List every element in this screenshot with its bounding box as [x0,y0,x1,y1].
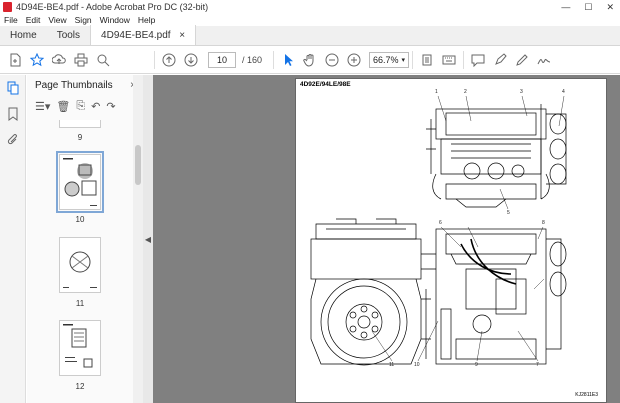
select-cursor-icon[interactable] [277,49,299,71]
callout-label: 1 [435,89,438,95]
panel-title: Page Thumbnails [35,79,113,91]
bookmarks-icon[interactable] [0,101,26,127]
toolbar-divider [463,50,465,69]
sign-icon[interactable] [533,49,555,71]
page-footer-code: KJ2811E3 [575,392,598,398]
callout-label: 10 [414,362,420,368]
keyboard-icon[interactable] [438,49,460,71]
thumbnail-label: 12 [75,382,85,391]
undo-icon[interactable]: ↶ [91,100,100,113]
thumbnail-page-12[interactable] [59,320,101,376]
page-total: / 160 [242,54,263,65]
window-title: 4D94E-BE4.pdf - Adobe Acrobat Pro DC (32… [16,2,209,12]
maximize-button[interactable]: ☐ [584,2,592,13]
menu-edit[interactable]: Edit [22,15,45,25]
tab-home[interactable]: Home [0,25,47,45]
thumbnail-label: 10 [75,215,85,224]
bookmark-star-icon[interactable] [26,49,48,71]
toolbar-divider [154,50,155,69]
tab-document-label: 4D94E-BE4.pdf [101,29,171,41]
thumbnail-label: 11 [75,299,85,308]
callout-label: 3 [520,89,523,95]
navigation-rail [0,75,26,403]
callout-label: 11 [389,362,395,368]
window-controls: — ☐ ✕ [561,2,614,13]
zoom-level-value: 66.7% [373,54,399,65]
collapse-panel-handle[interactable]: ◀ [143,75,153,403]
title-bar: 4D94E-BE4.pdf - Adobe Acrobat Pro DC (32… [0,0,620,14]
menu-view[interactable]: View [44,15,70,25]
callout-label: 5 [507,210,510,216]
delete-page-icon[interactable]: 🗑 [56,100,70,113]
rotate-icon[interactable]: ↷ [106,100,115,113]
menu-window[interactable]: Window [96,15,134,25]
highlight-pen-icon[interactable] [489,49,511,71]
chevron-down-icon: ▾ [401,56,406,64]
toolbar-divider [412,50,414,69]
page-thumbnails-panel: Page Thumbnails × ☰▾ 🗑 ⎘ ↶ ↷ 9 10 [27,75,143,403]
panel-toolbar: ☰▾ 🗑 ⎘ ↶ ↷ [27,95,142,117]
print-icon[interactable] [70,49,92,71]
menu-file[interactable]: File [0,15,22,25]
toolbar-divider [273,50,275,69]
cloud-upload-icon[interactable] [48,49,70,71]
panel-header: Page Thumbnails × [27,75,142,95]
draw-icon[interactable] [511,49,533,71]
next-page-icon[interactable] [180,49,202,71]
callout-label: 2 [464,89,467,95]
pdf-page: 4D92E/94LE/98E 1 2 3 4 5 6 7 8 9 10 11 K… [295,78,607,403]
engine-illustration [310,95,567,366]
zoom-in-icon[interactable] [343,49,365,71]
tab-bar: Home Tools 4D94E-BE4.pdf × [0,25,620,46]
thumbnail-page-11[interactable] [59,237,101,293]
minimize-button[interactable]: — [561,2,570,13]
tab-close-icon[interactable]: × [179,30,185,41]
close-window-button[interactable]: ✕ [606,2,614,13]
callout-label: 4 [562,89,565,95]
page-fit-icon[interactable] [416,49,438,71]
callout-label: 6 [439,220,442,226]
zoom-level-select[interactable]: 66.7% ▾ [369,51,410,68]
document-viewport[interactable]: 4D92E/94LE/98E 1 2 3 4 5 6 7 8 9 10 11 K… [153,75,620,403]
thumbnail-page-10[interactable] [56,151,104,213]
callout-label: 9 [475,362,478,368]
previous-page-icon[interactable] [158,49,180,71]
callout-label: 7 [536,362,539,368]
page-thumbnails-icon[interactable] [0,75,26,101]
callout-label: 8 [542,220,545,226]
page-number-input[interactable]: 10 [208,51,236,68]
thumbnail-page-9[interactable] [59,120,101,128]
tab-document[interactable]: 4D94E-BE4.pdf × [90,25,197,45]
hand-tool-icon[interactable] [299,49,321,71]
thumbnail-options-icon[interactable]: ☰▾ [35,100,50,113]
thumbnail-label: 9 [77,133,83,142]
menu-help[interactable]: Help [134,15,159,25]
menu-sign[interactable]: Sign [71,15,96,25]
thumbnail-list: 9 10 11 12 [27,120,133,403]
main-toolbar: 10 / 160 66.7% ▾ [0,46,620,74]
comment-icon[interactable] [467,49,489,71]
scrollbar-thumb[interactable] [135,145,141,185]
search-icon[interactable] [92,49,114,71]
zoom-out-icon[interactable] [321,49,343,71]
tab-tools[interactable]: Tools [47,25,90,45]
insert-page-icon[interactable]: ⎘ [76,100,85,113]
thumbnail-scrollbar[interactable] [133,75,143,403]
create-pdf-icon[interactable] [4,49,26,71]
acrobat-app-icon [3,2,12,12]
attachments-icon[interactable] [0,127,26,153]
